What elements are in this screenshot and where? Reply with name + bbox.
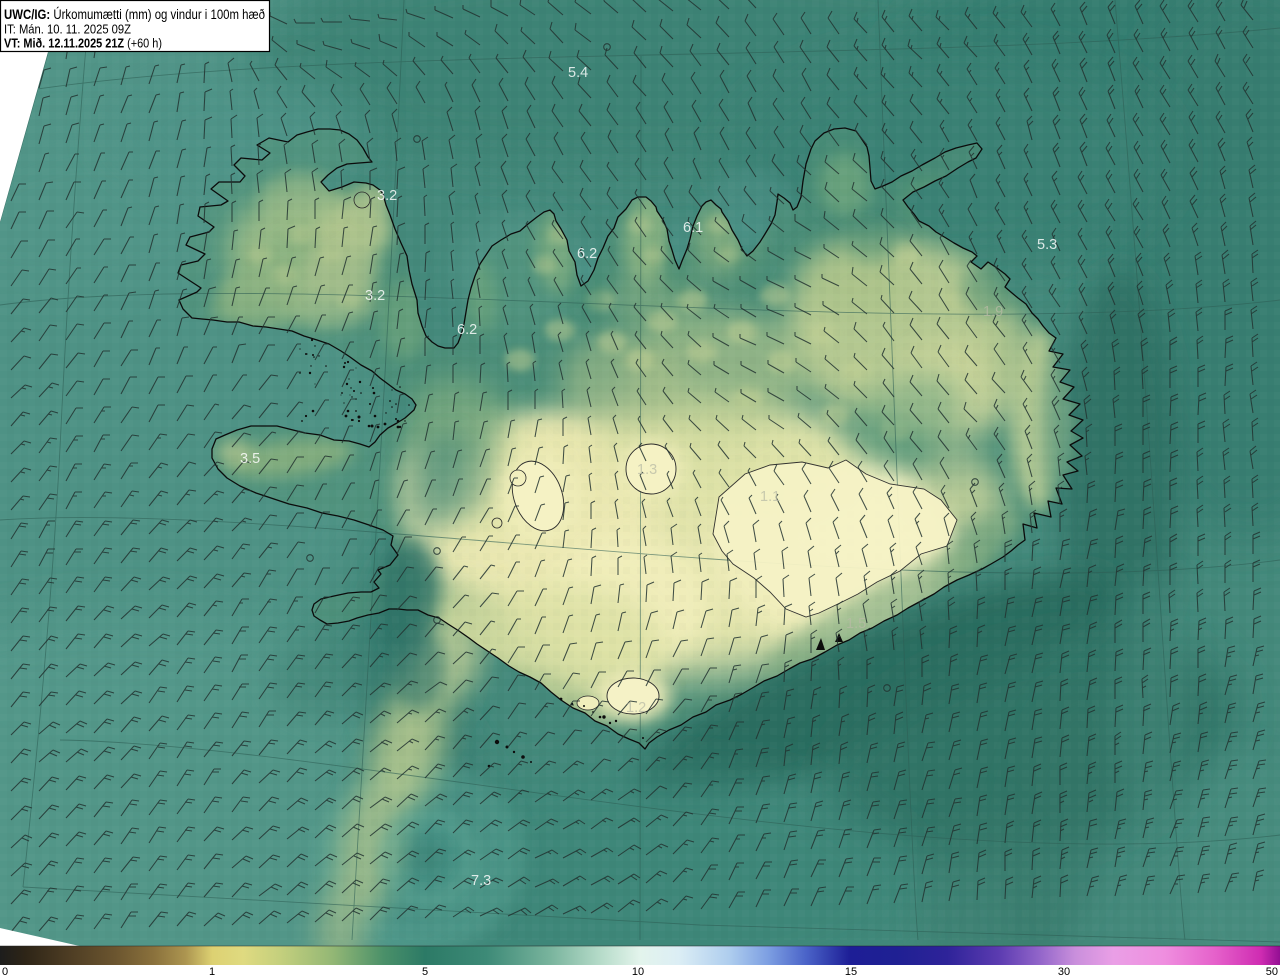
svg-text:6.1: 6.1 bbox=[683, 220, 703, 236]
svg-text:5.4: 5.4 bbox=[568, 65, 588, 81]
svg-text:UWC/IG: Úrkomumætti (mm) og vi: UWC/IG: Úrkomumætti (mm) og vindur i 100… bbox=[4, 7, 265, 22]
svg-text:VT: Mið. 12.11.2025 21Z (+60 h: VT: Mið. 12.11.2025 21Z (+60 h) bbox=[4, 36, 162, 51]
svg-text:6.2: 6.2 bbox=[577, 246, 597, 262]
svg-text:5.3: 5.3 bbox=[1037, 237, 1057, 253]
svg-text:15: 15 bbox=[845, 966, 857, 978]
svg-text:0: 0 bbox=[2, 966, 8, 978]
svg-text:5: 5 bbox=[422, 966, 428, 978]
svg-text:7.3: 7.3 bbox=[471, 873, 491, 889]
svg-text:10: 10 bbox=[632, 966, 644, 978]
svg-text:1.9: 1.9 bbox=[983, 304, 1003, 320]
svg-text:3.2: 3.2 bbox=[377, 188, 397, 204]
svg-text:1: 1 bbox=[209, 966, 215, 978]
svg-text:6.2: 6.2 bbox=[457, 322, 477, 338]
svg-text:3.5: 3.5 bbox=[240, 451, 260, 467]
svg-text:1.5: 1.5 bbox=[846, 616, 866, 632]
svg-text:3.2: 3.2 bbox=[365, 288, 385, 304]
svg-text:30: 30 bbox=[1058, 966, 1070, 978]
svg-text:IT: Mán. 10. 11. 2025 09Z: IT: Mán. 10. 11. 2025 09Z bbox=[4, 22, 131, 37]
svg-text:1.1: 1.1 bbox=[760, 489, 780, 505]
svg-text:1.2: 1.2 bbox=[626, 700, 646, 716]
svg-text:1.3: 1.3 bbox=[637, 462, 657, 478]
svg-text:50: 50 bbox=[1266, 966, 1278, 978]
